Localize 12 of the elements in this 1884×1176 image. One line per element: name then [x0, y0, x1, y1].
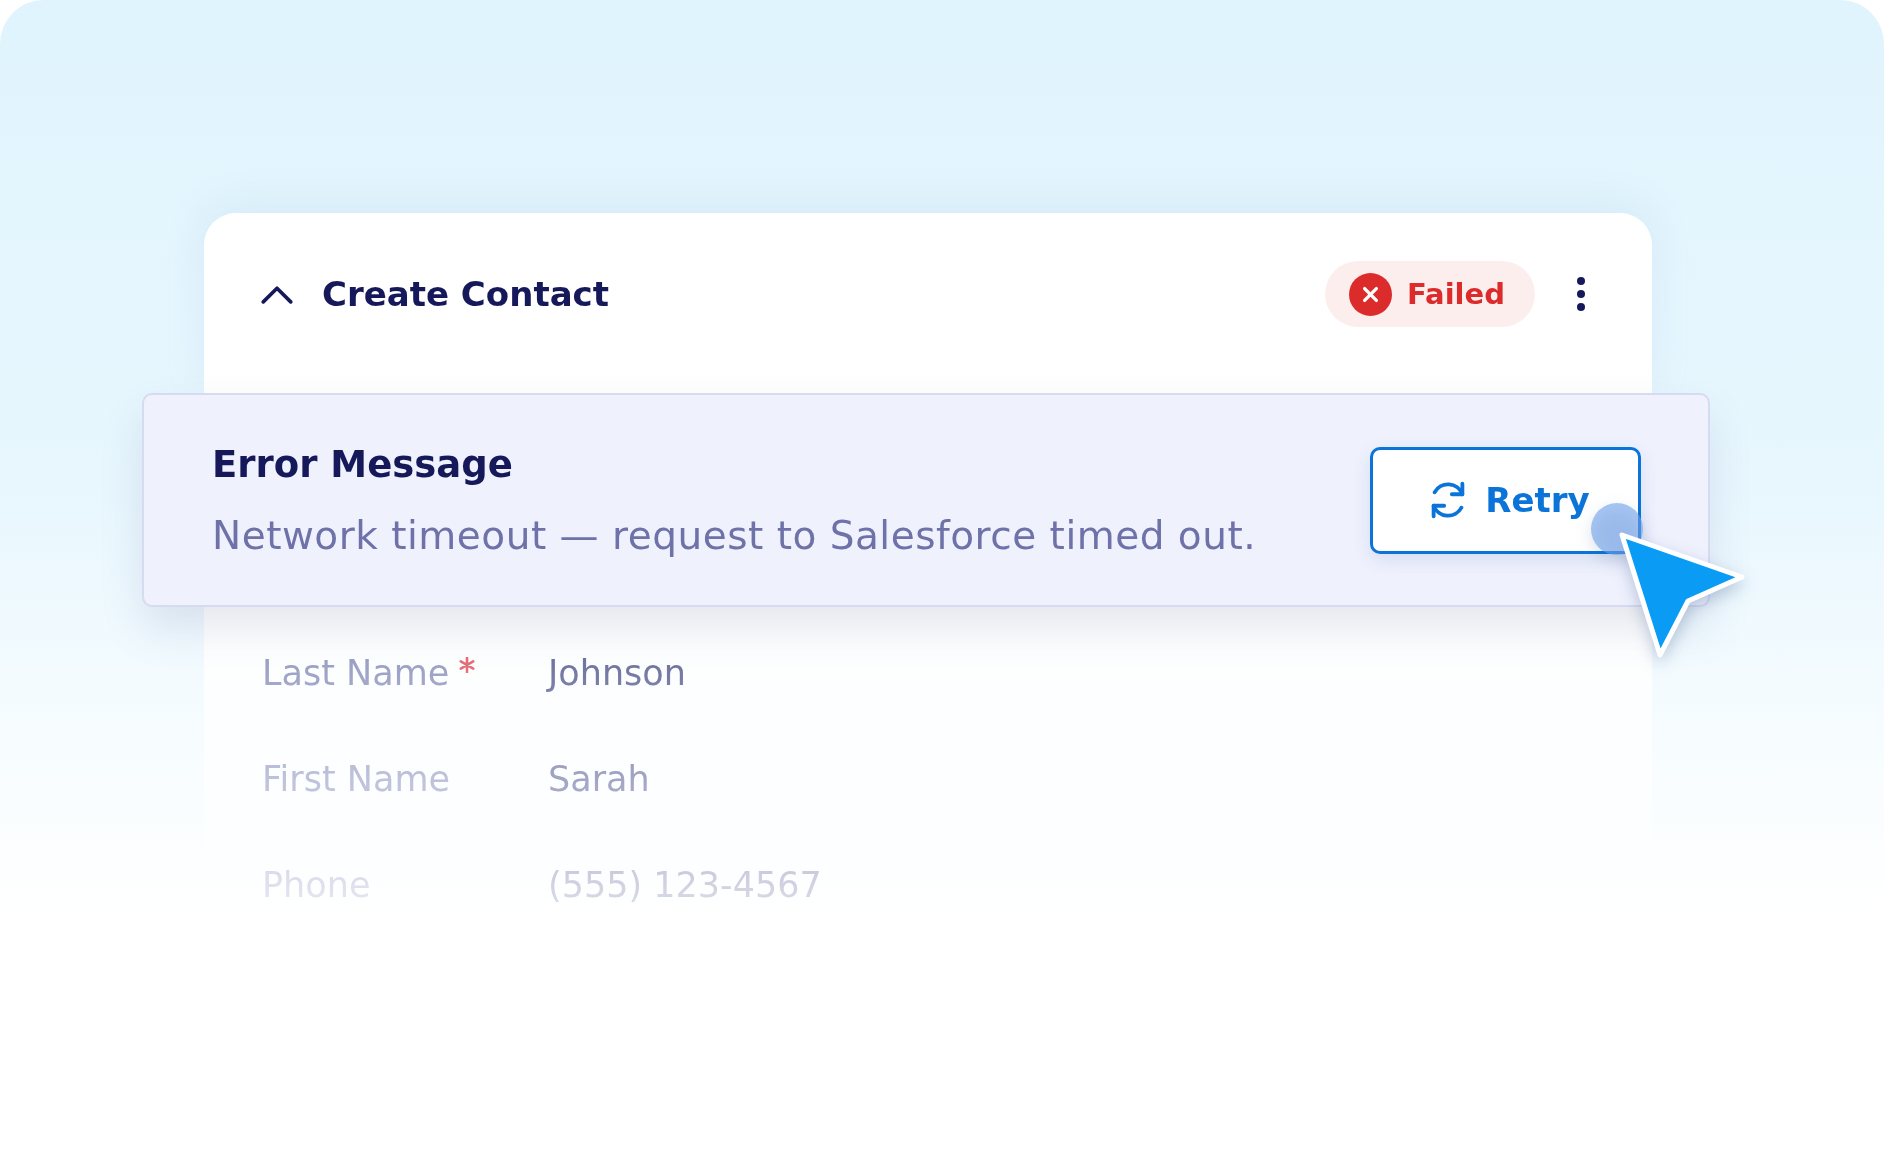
step-title: Create Contact — [322, 274, 609, 314]
error-title: Error Message — [212, 441, 513, 488]
error-icon — [1349, 272, 1392, 316]
field-label: Last Name — [262, 653, 450, 693]
chevron-up-icon[interactable] — [261, 284, 293, 304]
field-value: Johnson — [548, 653, 686, 693]
field-label: First Name — [262, 759, 451, 799]
field-value: Sarah — [548, 759, 650, 799]
more-menu-icon[interactable] — [1576, 277, 1586, 311]
error-message: Network timeout — request to Salesforce timed out. — [212, 511, 1257, 560]
retry-button[interactable]: Retry — [1370, 446, 1641, 554]
status-badge: Failed — [1325, 261, 1535, 327]
